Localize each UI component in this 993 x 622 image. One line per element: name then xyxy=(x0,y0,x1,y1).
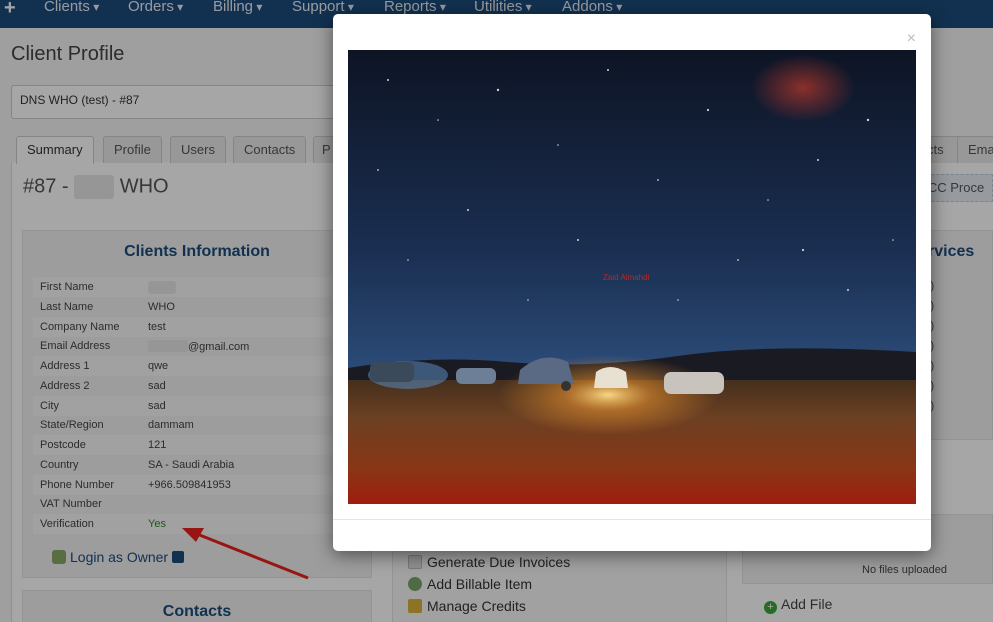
night-sky-desert-photo: Zaid Almahdi xyxy=(348,50,916,504)
image-lightbox: × Zaid Almahdi xyxy=(333,14,931,551)
close-icon[interactable]: × xyxy=(907,30,916,48)
lightbox-photo: Zaid Almahdi xyxy=(348,50,916,504)
modal-footer-divider xyxy=(333,519,931,520)
photo-watermark: Zaid Almahdi xyxy=(603,273,649,282)
